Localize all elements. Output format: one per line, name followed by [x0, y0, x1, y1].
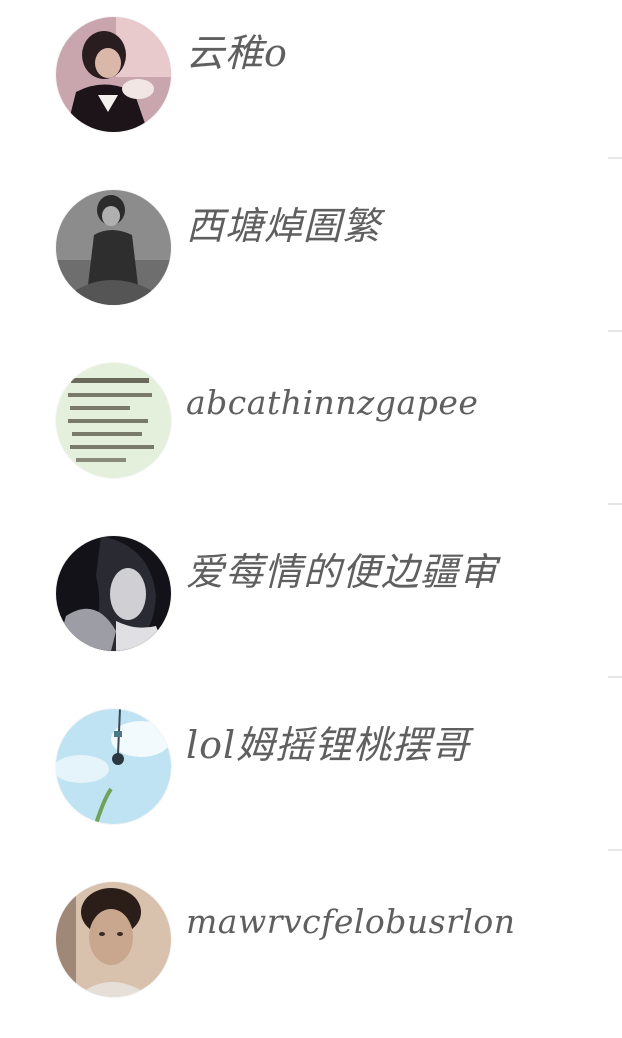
divider — [608, 676, 622, 678]
avatar-image — [56, 363, 171, 478]
user-name: lol姆摇锂桃摆哥 — [186, 723, 471, 767]
avatar[interactable] — [56, 190, 171, 305]
list-item[interactable]: lol姆摇锂桃摆哥 — [0, 692, 622, 865]
avatar[interactable] — [56, 709, 171, 824]
user-name: 爱莓情的便边疆审 — [186, 550, 499, 594]
user-name: mawrvcfelobusrlon — [186, 902, 516, 941]
list-item[interactable]: 爱莓情的便边疆审 — [0, 519, 622, 692]
user-name: 西塘焯圄繁 — [186, 204, 382, 248]
divider — [608, 849, 622, 851]
avatar-image — [56, 709, 171, 824]
avatar[interactable] — [56, 17, 171, 132]
list-item[interactable]: 西塘焯圄繁 — [0, 173, 622, 346]
user-name: abcathinnzgapee — [186, 383, 479, 422]
avatar-image — [56, 882, 171, 997]
user-list: 云稚o 西塘焯圄繁 abcathinnzgapee 爱莓情的便边疆审 lol姆摇… — [0, 0, 622, 1021]
user-name: 云稚o — [186, 31, 288, 75]
avatar-image — [56, 536, 171, 651]
divider — [608, 503, 622, 505]
divider — [608, 330, 622, 332]
list-item[interactable]: mawrvcfelobusrlon — [0, 865, 622, 1038]
divider — [608, 157, 622, 159]
list-item[interactable]: abcathinnzgapee — [0, 346, 622, 519]
avatar[interactable] — [56, 536, 171, 651]
avatar-image — [56, 190, 171, 305]
avatar[interactable] — [56, 363, 171, 478]
avatar[interactable] — [56, 882, 171, 997]
list-item[interactable]: 云稚o — [0, 0, 622, 173]
avatar-image — [56, 17, 171, 132]
